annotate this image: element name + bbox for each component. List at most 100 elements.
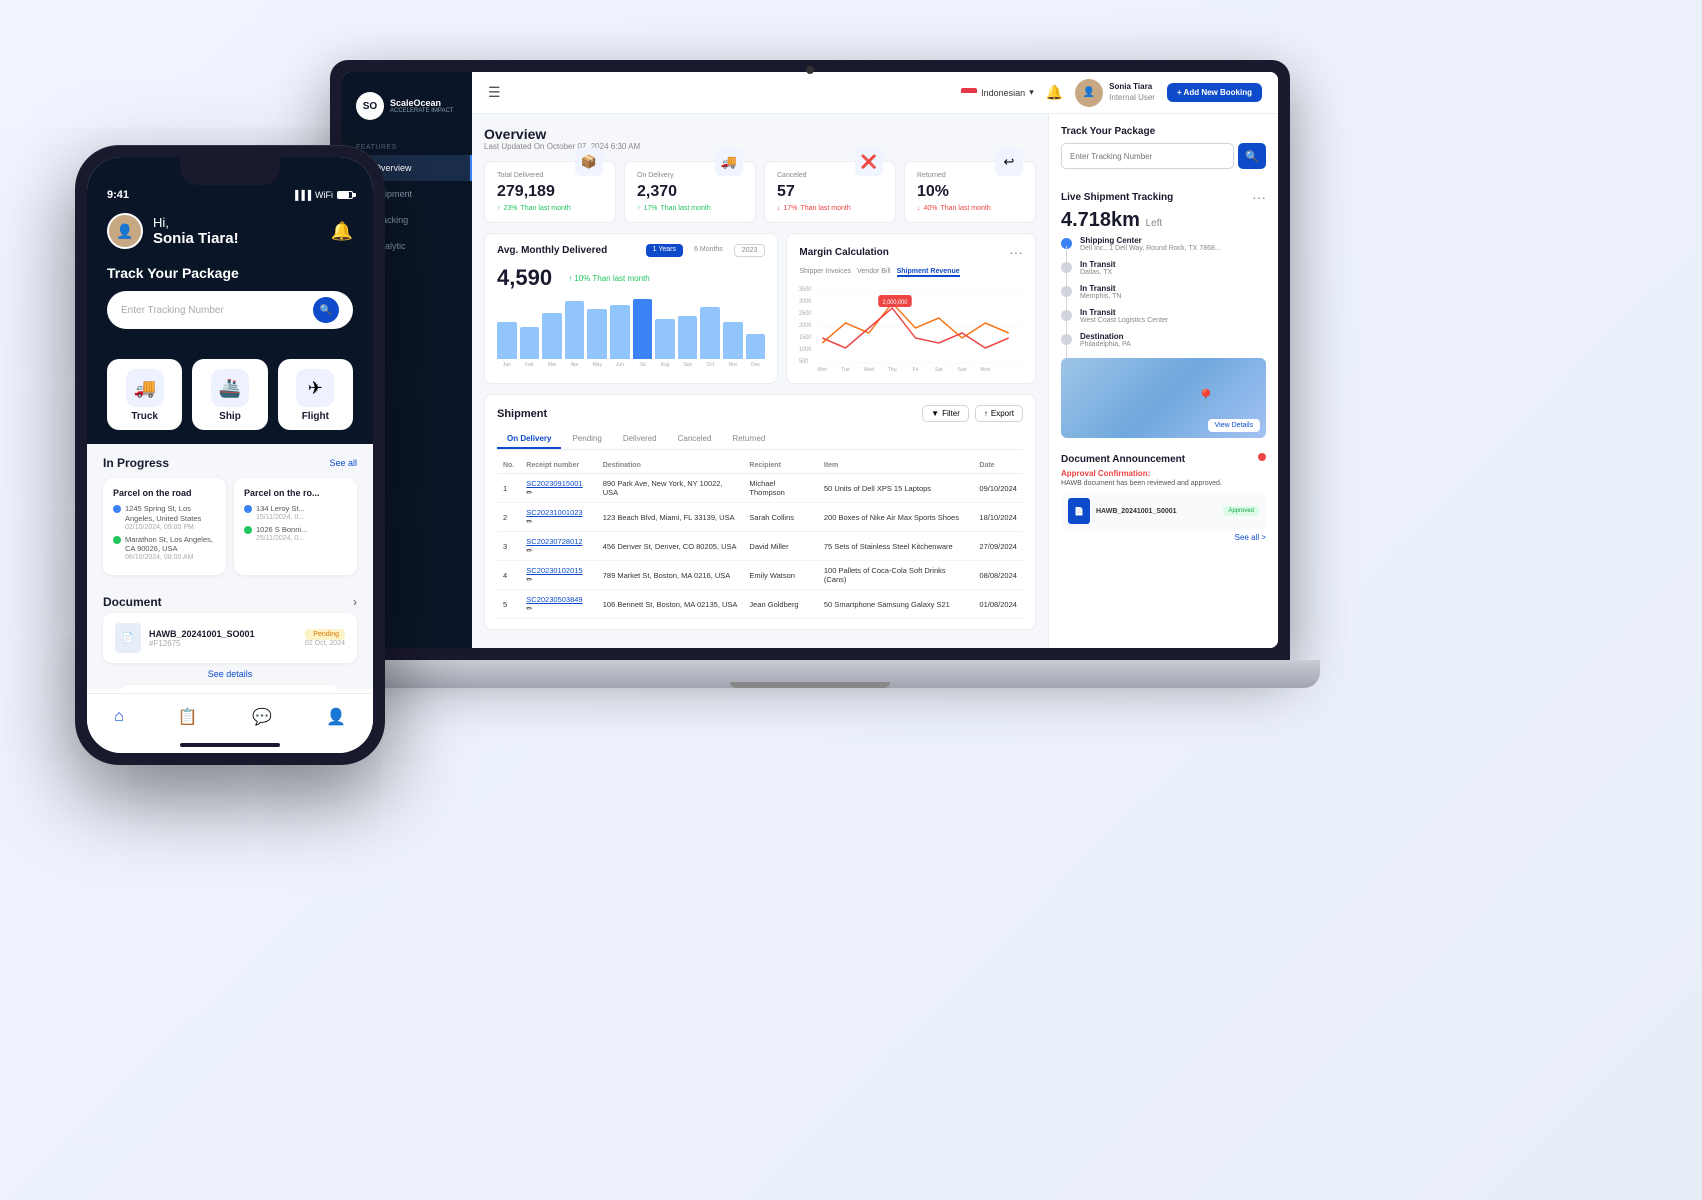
tab-1year[interactable]: 1 Years	[646, 244, 683, 257]
phone-see-details[interactable]: See details	[87, 663, 373, 685]
tab-pending[interactable]: Pending	[562, 430, 611, 449]
cell-receipt: SC20230503849 ✏	[520, 590, 596, 619]
tab-shipment-revenue[interactable]: Shipment Revenue	[897, 268, 960, 277]
receipt-link[interactable]: SC20230915001	[526, 479, 582, 488]
loc-text-0-from: 1245 Spring St, Los Angeles, United Stat…	[125, 504, 216, 524]
add-booking-button[interactable]: + Add New Booking	[1167, 83, 1262, 102]
cell-date: 08/08/2024	[973, 561, 1023, 590]
phone-bell-icon[interactable]: 🔔	[331, 221, 353, 242]
cell-recipient: David Miller	[743, 532, 817, 561]
phone-nav-orders[interactable]: 📋	[178, 707, 198, 727]
phone-nav-home[interactable]: ⌂	[114, 708, 124, 726]
user-name: Sonia Tiara	[1109, 82, 1155, 92]
laptop-camera	[806, 66, 814, 74]
track-input[interactable]	[1061, 143, 1234, 169]
line-chart: 3500 3000 2500 2000 1500 1000 500	[799, 283, 1023, 373]
step-info-2: In Transit Memphis, TN	[1080, 284, 1266, 300]
progress-title-1: Parcel on the ro...	[244, 488, 347, 498]
bar-label-11: Dec	[746, 362, 766, 368]
avg-change: ↑ 10% Than last month	[568, 274, 650, 283]
phone-notch	[180, 157, 280, 185]
col-date: Date	[973, 458, 1023, 474]
avatar: 👤	[1075, 79, 1103, 107]
doc-file-icon: 📄	[1068, 498, 1090, 524]
phone-search-button[interactable]: 🔍	[313, 297, 339, 323]
cell-no: 3	[497, 532, 520, 561]
phone-doc-card[interactable]: 📄 HAWB_20241001_SO001 #F12675 Pending 02…	[103, 613, 357, 663]
phone-doc-section: Document › 📄 HAWB_20241001_SO001 #F12675…	[87, 587, 373, 685]
km-left: 4.718km Left	[1061, 209, 1266, 232]
step-label-2: In Transit	[1080, 284, 1266, 293]
step-address-0: Dell Inc., 1 Dell Way, Round Rock, TX 78…	[1080, 245, 1266, 252]
phone-search-placeholder: Enter Tracking Number	[121, 305, 307, 316]
tab-delivered[interactable]: Delivered	[613, 430, 667, 449]
receipt-link[interactable]: SC20230503849	[526, 595, 582, 604]
transport-truck[interactable]: 🚚 Truck	[107, 359, 182, 430]
in-progress-header: In Progress See all	[103, 456, 357, 470]
more-icon[interactable]: ···	[1009, 244, 1023, 260]
filter-button[interactable]: ▼ Filter	[922, 405, 969, 422]
language-selector[interactable]: Indonesian ▾	[961, 87, 1034, 98]
phone-nav-profile[interactable]: 👤	[326, 707, 346, 727]
hamburger-icon[interactable]: ☰	[488, 84, 501, 101]
main-content: ☰ Indonesian ▾ 🔔 👤 Sonia Tiara	[472, 72, 1278, 648]
receipt-link[interactable]: SC20230102015	[526, 566, 582, 575]
svg-text:1500: 1500	[799, 335, 811, 341]
bar-2	[542, 313, 562, 359]
table-row: 2 SC20231001023 ✏ 123 Beach Blvd, Miami,…	[497, 503, 1023, 532]
ondelivery-icon: 🚚	[715, 148, 743, 176]
track-your-package: Track Your Package 🔍	[1061, 126, 1266, 179]
svg-text:Sat: Sat	[935, 367, 943, 373]
export-icon: ↑	[984, 409, 988, 418]
cell-item: 100 Pallets of Coca-Cola Soft Drinks (Ca…	[818, 561, 974, 590]
page-title: Overview	[484, 126, 1036, 142]
tab-vendor-bill[interactable]: Vendor Bill	[857, 268, 890, 277]
tab-6month[interactable]: 6 Months	[687, 244, 730, 257]
cell-dest: 123 Beach Blvd, Miami, FL 33139, USA	[597, 503, 744, 532]
svg-text:3000: 3000	[799, 299, 811, 305]
map-placeholder: 📍 View Details	[1061, 358, 1266, 438]
transport-truck-label: Truck	[131, 411, 158, 422]
topbar-left: ☰	[488, 84, 501, 101]
year-btn[interactable]: 2023	[734, 244, 766, 257]
tab-on-delivery[interactable]: On Delivery	[497, 430, 561, 449]
transport-flight[interactable]: ✈ Flight	[278, 359, 353, 430]
chevron-down-icon: ▾	[1029, 87, 1034, 98]
step-label-dest: Destination	[1080, 332, 1266, 341]
svg-text:Wed: Wed	[864, 367, 874, 373]
receipt-link[interactable]: SC20230728012	[526, 537, 582, 546]
cell-no: 4	[497, 561, 520, 590]
track-search-button[interactable]: 🔍	[1238, 143, 1266, 169]
bar-7	[655, 319, 675, 359]
step-address-3: West Coast Logistics Center	[1080, 317, 1266, 324]
transport-ship[interactable]: 🚢 Ship	[192, 359, 267, 430]
step-info-3: In Transit West Coast Logistics Center	[1080, 308, 1266, 324]
export-button[interactable]: ↑ Export	[975, 405, 1023, 422]
tab-returned[interactable]: Returned	[722, 430, 775, 449]
more-icon-tracking[interactable]: ···	[1252, 189, 1266, 205]
sidebar-logo: SO ScaleOcean ACCELERATE IMPACT	[342, 84, 472, 136]
chart-header-avg: Avg. Monthly Delivered 1 Years 6 Months …	[497, 244, 765, 257]
approval-text: HAWB document has been reviewed and appr…	[1061, 480, 1266, 487]
shipment-tabs: On Delivery Pending Delivered Canceled R…	[497, 430, 1023, 450]
see-all-button[interactable]: See all	[329, 458, 357, 468]
phone-search-bar: Enter Tracking Number 🔍	[107, 291, 353, 329]
svg-text:3500: 3500	[799, 287, 811, 293]
bar-label-10: Nov	[723, 362, 743, 368]
view-details-button[interactable]: View Details	[1208, 419, 1260, 432]
doc-approved-badge: Approved	[1223, 506, 1259, 516]
bell-icon[interactable]: 🔔	[1046, 84, 1063, 101]
table-row: 4 SC20230102015 ✏ 789 Market St, Boston,…	[497, 561, 1023, 590]
see-all-link[interactable]: See all >	[1061, 533, 1266, 542]
tab-shipper-invoices[interactable]: Shipper Invoices	[799, 268, 851, 277]
chevron-right-icon[interactable]: ›	[353, 595, 357, 609]
transport-ship-label: Ship	[219, 411, 241, 422]
phone-hi: Hi,	[153, 215, 331, 230]
bar-8	[678, 316, 698, 359]
tab-canceled[interactable]: Canceled	[668, 430, 722, 449]
phone-nav-messages[interactable]: 💬	[252, 707, 272, 727]
margin-chart: Margin Calculation ··· Shipper Invoices …	[786, 233, 1036, 384]
receipt-link[interactable]: SC20231001023	[526, 508, 582, 517]
cell-receipt: SC20231001023 ✏	[520, 503, 596, 532]
progress-card-1: Parcel on the ro... 134 Leroy St... 15/1…	[234, 478, 357, 575]
